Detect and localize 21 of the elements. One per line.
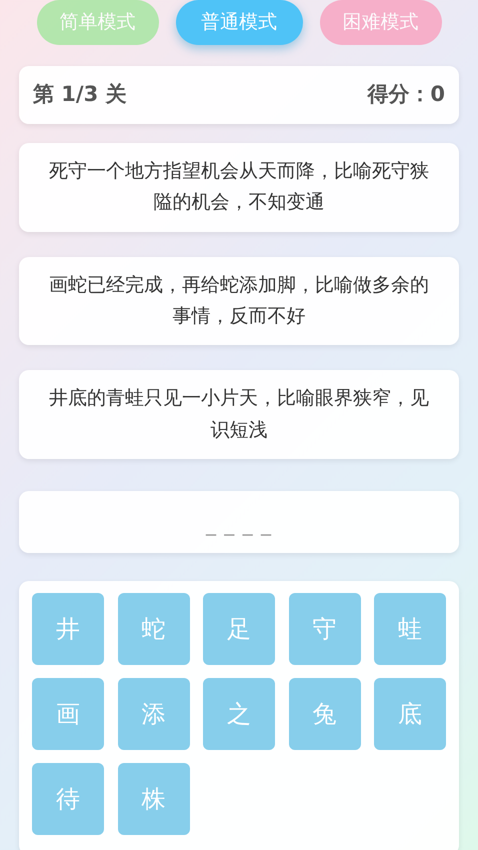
character-tile[interactable]: 添 (118, 678, 190, 750)
character-tile[interactable]: 底 (374, 678, 446, 750)
character-tile[interactable]: 足 (203, 593, 275, 666)
character-tile[interactable]: 株 (118, 763, 190, 836)
mode-button[interactable]: 困难模式 (320, 0, 442, 45)
character-tile[interactable]: 蛇 (118, 593, 190, 666)
character-tile[interactable]: 之 (203, 678, 275, 750)
answer-placeholder: _ _ _ _ (206, 511, 272, 538)
character-tile[interactable]: 井 (32, 593, 104, 666)
clue-card[interactable]: 画蛇已经完成，再给蛇添加脚，比喻做多余的事情，反而不好 (19, 256, 459, 346)
clue-card[interactable]: 死守一个地方指望机会从天而降，比喻死守狭隘的机会，不知变通 (19, 143, 459, 232)
character-tile[interactable]: 兔 (288, 678, 360, 750)
character-tile[interactable]: 待 (32, 763, 104, 836)
character-tile[interactable]: 守 (288, 593, 360, 666)
score-label: 得分：0 (367, 81, 445, 108)
level-label: 第 1/3 关 (33, 81, 127, 108)
character-tile[interactable]: 画 (32, 678, 104, 750)
mode-button[interactable]: 简单模式 (36, 0, 158, 45)
character-tile[interactable]: 蛙 (374, 593, 446, 666)
clue-card[interactable]: 井底的青蛙只见一小片天，比喻眼界狭窄，见识短浅 (19, 370, 459, 460)
mode-button[interactable]: 普通模式 (176, 0, 302, 45)
